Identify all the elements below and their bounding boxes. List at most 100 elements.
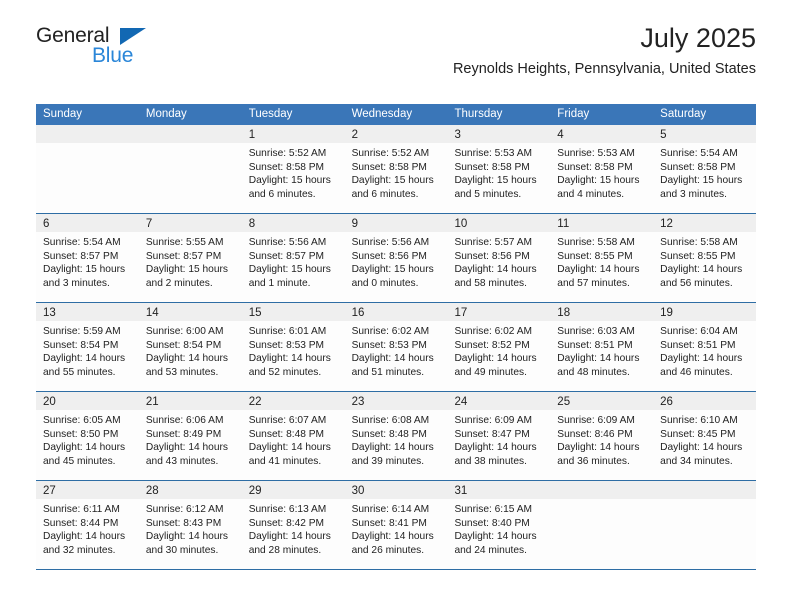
day-cell[interactable]: 10 Sunrise: 5:57 AM Sunset: 8:56 PM Dayl… [447, 214, 551, 302]
logo-text-blue: Blue [92, 44, 134, 67]
day-cell[interactable]: 1 Sunrise: 5:52 AM Sunset: 8:58 PM Dayli… [241, 125, 345, 213]
daylight-text-line2: and 6 minutes. [248, 188, 316, 200]
daylight-text-line2: and 2 minutes. [145, 277, 213, 289]
daylight-text-line1: Daylight: 15 hours [660, 175, 743, 187]
day-number-band: 23 [344, 392, 448, 410]
day-number: 24 [454, 396, 468, 408]
daylight-text-line1: Daylight: 14 hours [557, 442, 640, 454]
daylight-text-line2: and 41 minutes. [248, 455, 322, 467]
day-number: 14 [145, 307, 159, 319]
day-number-band: 24 [447, 392, 551, 410]
daylight-text-line2: and 24 minutes. [454, 544, 527, 556]
sunrise-text: Sunrise: 5:57 AM [454, 237, 533, 248]
sunset-text: Sunset: 8:56 PM [454, 250, 530, 262]
page-title: July 2025 [640, 23, 756, 53]
day-cell[interactable]: 18 Sunrise: 6:03 AM Sunset: 8:51 PM Dayl… [550, 303, 654, 391]
day-number-band [550, 481, 654, 499]
day-number-band: 5 [653, 125, 757, 143]
day-cell[interactable]: 9 Sunrise: 5:56 AM Sunset: 8:56 PM Dayli… [344, 214, 448, 302]
daylight-text-line1: Daylight: 14 hours [248, 531, 331, 543]
day-cell[interactable]: 24 Sunrise: 6:09 AM Sunset: 8:47 PM Dayl… [447, 392, 551, 480]
daylight-text-line1: Daylight: 15 hours [145, 264, 228, 276]
daylight-text-line1: Daylight: 14 hours [557, 264, 640, 276]
day-cell[interactable]: 16 Sunrise: 6:02 AM Sunset: 8:53 PM Dayl… [344, 303, 448, 391]
sunrise-text: Sunrise: 5:59 AM [43, 326, 121, 337]
sunrise-text: Sunrise: 6:00 AM [145, 326, 224, 337]
sunset-text: Sunset: 8:51 PM [660, 339, 736, 351]
day-number: 26 [660, 396, 673, 408]
day-cell[interactable]: 22 Sunrise: 6:07 AM Sunset: 8:48 PM Dayl… [241, 392, 345, 480]
day-cell[interactable]: 19 Sunrise: 6:04 AM Sunset: 8:51 PM Dayl… [653, 303, 757, 391]
day-cell[interactable]: 8 Sunrise: 5:56 AM Sunset: 8:57 PM Dayli… [241, 214, 345, 302]
day-cell[interactable]: 3 Sunrise: 5:53 AM Sunset: 8:58 PM Dayli… [447, 125, 551, 213]
day-cell[interactable]: 2 Sunrise: 5:52 AM Sunset: 8:58 PM Dayli… [344, 125, 448, 213]
day-cell[interactable]: 6 Sunrise: 5:54 AM Sunset: 8:57 PM Dayli… [36, 214, 139, 302]
daylight-text-line1: Daylight: 14 hours [43, 442, 126, 454]
day-number: 3 [454, 129, 461, 141]
sunset-text: Sunset: 8:46 PM [557, 428, 633, 440]
day-number-band: 7 [138, 214, 242, 232]
day-info: Sunrise: 5:54 AM Sunset: 8:57 PM Dayligh… [36, 232, 139, 290]
day-cell[interactable]: 14 Sunrise: 6:00 AM Sunset: 8:54 PM Dayl… [138, 303, 242, 391]
daylight-text-line1: Daylight: 14 hours [454, 531, 537, 543]
day-number: 22 [248, 396, 262, 408]
sunset-text: Sunset: 8:42 PM [248, 517, 325, 529]
week-row: 27 Sunrise: 6:11 AM Sunset: 8:44 PM Dayl… [36, 481, 757, 570]
day-info: Sunrise: 6:15 AM Sunset: 8:40 PM Dayligh… [447, 499, 550, 557]
day-cell[interactable]: 28 Sunrise: 6:12 AM Sunset: 8:43 PM Dayl… [138, 481, 242, 569]
daylight-text-line2: and 0 minutes. [351, 277, 419, 289]
sunrise-text: Sunrise: 6:07 AM [248, 415, 327, 426]
daylight-text-line1: Daylight: 14 hours [145, 531, 228, 543]
day-number-band: 11 [550, 214, 654, 232]
day-cell[interactable]: 23 Sunrise: 6:08 AM Sunset: 8:48 PM Dayl… [344, 392, 448, 480]
day-cell[interactable]: 15 Sunrise: 6:01 AM Sunset: 8:53 PM Dayl… [241, 303, 345, 391]
day-cell[interactable]: 7 Sunrise: 5:55 AM Sunset: 8:57 PM Dayli… [138, 214, 242, 302]
general-blue-logo[interactable]: General Blue [36, 24, 166, 72]
day-cell[interactable]: 27 Sunrise: 6:11 AM Sunset: 8:44 PM Dayl… [36, 481, 139, 569]
sunrise-text: Sunrise: 6:05 AM [43, 415, 121, 426]
sunrise-text: Sunrise: 5:56 AM [248, 237, 327, 248]
day-cell[interactable]: 21 Sunrise: 6:06 AM Sunset: 8:49 PM Dayl… [138, 392, 242, 480]
day-cell[interactable]: 26 Sunrise: 6:10 AM Sunset: 8:45 PM Dayl… [653, 392, 757, 480]
day-cell[interactable] [653, 481, 757, 569]
day-info: Sunrise: 6:09 AM Sunset: 8:47 PM Dayligh… [447, 410, 550, 468]
day-cell[interactable] [138, 125, 242, 213]
sunset-text: Sunset: 8:57 PM [248, 250, 325, 262]
day-cell[interactable]: 17 Sunrise: 6:02 AM Sunset: 8:52 PM Dayl… [447, 303, 551, 391]
day-info [139, 143, 242, 147]
day-number-band: 21 [138, 392, 242, 410]
day-cell[interactable]: 20 Sunrise: 6:05 AM Sunset: 8:50 PM Dayl… [36, 392, 139, 480]
day-info: Sunrise: 6:03 AM Sunset: 8:51 PM Dayligh… [550, 321, 653, 379]
day-cell[interactable]: 5 Sunrise: 5:54 AM Sunset: 8:58 PM Dayli… [653, 125, 757, 213]
day-cell[interactable]: 13 Sunrise: 5:59 AM Sunset: 8:54 PM Dayl… [36, 303, 139, 391]
day-number: 12 [660, 218, 673, 230]
day-cell[interactable] [36, 125, 139, 213]
day-info: Sunrise: 5:53 AM Sunset: 8:58 PM Dayligh… [447, 143, 550, 201]
daylight-text-line1: Daylight: 15 hours [248, 264, 331, 276]
day-cell[interactable]: 25 Sunrise: 6:09 AM Sunset: 8:46 PM Dayl… [550, 392, 654, 480]
daylight-text-line2: and 51 minutes. [351, 366, 425, 378]
daylight-text-line1: Daylight: 15 hours [557, 175, 640, 187]
day-info: Sunrise: 6:00 AM Sunset: 8:54 PM Dayligh… [139, 321, 242, 379]
day-cell[interactable] [550, 481, 654, 569]
sunset-text: Sunset: 8:56 PM [351, 250, 427, 262]
sunset-text: Sunset: 8:41 PM [351, 517, 427, 529]
daylight-text-line1: Daylight: 14 hours [660, 264, 743, 276]
day-cell[interactable]: 31 Sunrise: 6:15 AM Sunset: 8:40 PM Dayl… [447, 481, 551, 569]
day-number-band [138, 125, 242, 143]
daylight-text-line1: Daylight: 14 hours [351, 353, 434, 365]
sunrise-text: Sunrise: 6:02 AM [454, 326, 533, 337]
day-cell[interactable]: 12 Sunrise: 5:58 AM Sunset: 8:55 PM Dayl… [653, 214, 757, 302]
day-cell[interactable]: 11 Sunrise: 5:58 AM Sunset: 8:55 PM Dayl… [550, 214, 654, 302]
day-number: 23 [351, 396, 365, 408]
daylight-text-line1: Daylight: 14 hours [351, 531, 434, 543]
day-cell[interactable]: 4 Sunrise: 5:53 AM Sunset: 8:58 PM Dayli… [550, 125, 654, 213]
day-info: Sunrise: 5:54 AM Sunset: 8:58 PM Dayligh… [653, 143, 756, 201]
day-cell[interactable]: 29 Sunrise: 6:13 AM Sunset: 8:42 PM Dayl… [241, 481, 345, 569]
day-number: 29 [248, 485, 262, 497]
weekday-header-tuesday: Tuesday [248, 108, 293, 120]
sunset-text: Sunset: 8:57 PM [145, 250, 222, 262]
weekday-header-wednesday: Wednesday [351, 108, 413, 120]
sunrise-text: Sunrise: 5:52 AM [248, 148, 327, 159]
day-cell[interactable]: 30 Sunrise: 6:14 AM Sunset: 8:41 PM Dayl… [344, 481, 448, 569]
